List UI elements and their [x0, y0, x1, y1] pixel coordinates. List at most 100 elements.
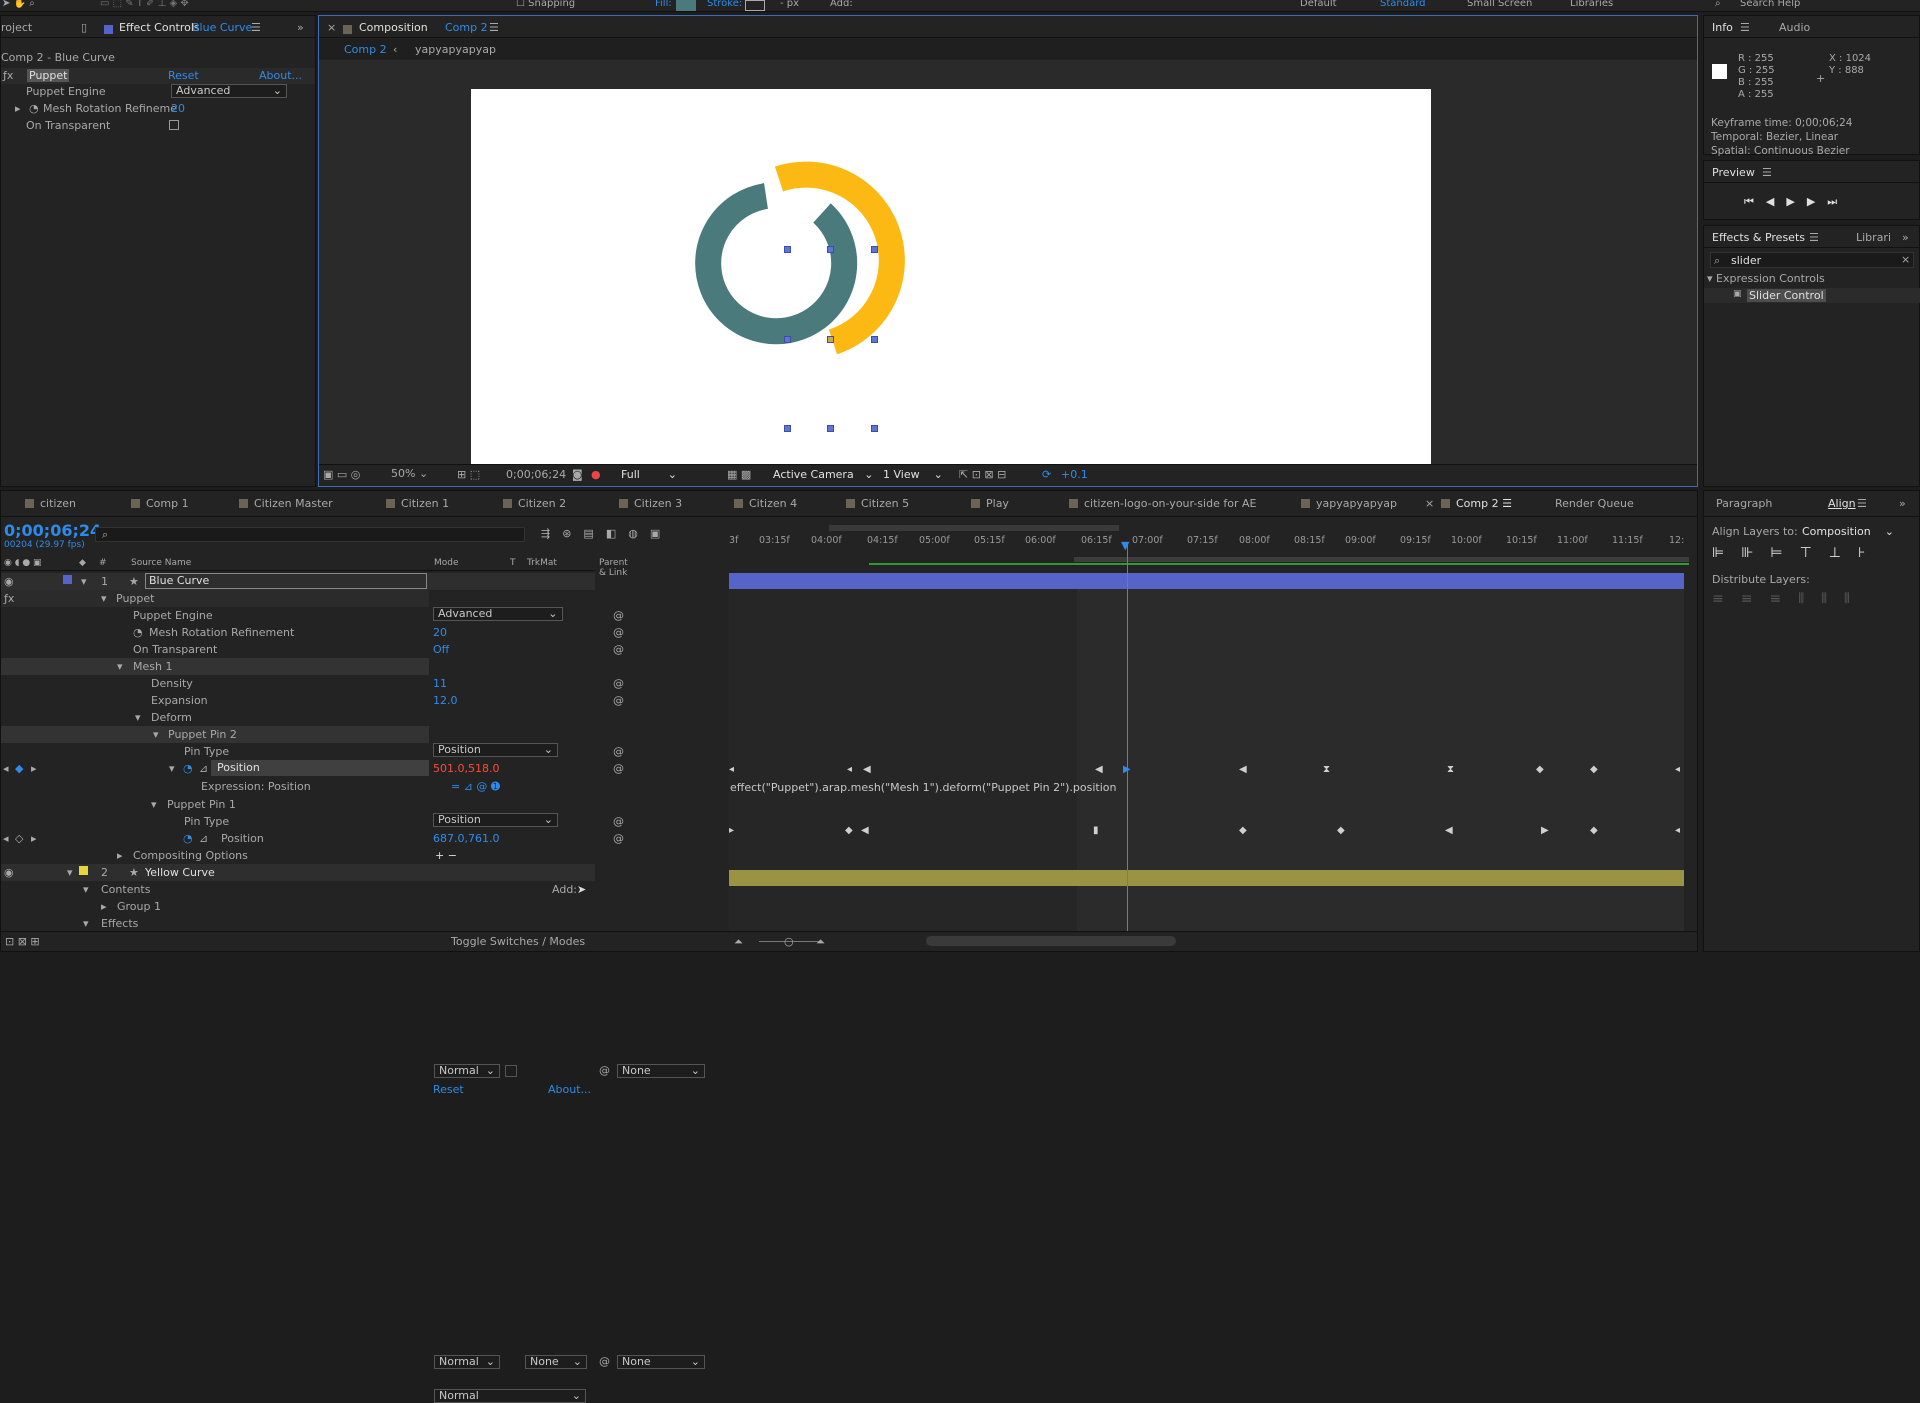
panel-menu-icon[interactable]: ☰ [1857, 497, 1867, 510]
expand-arrow-icon[interactable]: ▾ [83, 883, 89, 896]
timeline-tab-citizen-3[interactable]: Citizen 3 [619, 497, 682, 510]
pickwhip-icon[interactable]: @ [613, 832, 624, 845]
search-help-input[interactable]: Search Help [1740, 0, 1800, 9]
panel-menu-icon[interactable]: ☰ [1740, 21, 1750, 34]
expand-icon[interactable]: » [297, 21, 304, 34]
column-mode[interactable]: Mode [434, 558, 459, 568]
pickwhip-icon[interactable]: @ [613, 626, 624, 639]
current-timecode[interactable]: 0;00;06;24 [4, 521, 101, 540]
expand-arrow-icon[interactable]: ▾ [135, 711, 141, 724]
timeline-tab-citizen-master[interactable]: Citizen Master [239, 497, 333, 510]
puppet-reset-link[interactable]: Reset [433, 1083, 464, 1096]
keyframe-icon[interactable]: ▶ [1541, 825, 1549, 836]
effect-controls-layer[interactable]: Blue Curve [192, 21, 252, 34]
puppet-pin[interactable] [827, 246, 834, 253]
keyframe-icon[interactable]: ◀ [1239, 764, 1247, 775]
pin-type-dropdown[interactable]: Position ⌄ [433, 743, 558, 757]
footer-icons[interactable]: ⊡ ⊠ ⊞ [5, 935, 40, 948]
prop-value[interactable]: 687.0,761.0 [433, 832, 499, 845]
expand-arrow-icon[interactable]: ▾ [101, 592, 107, 605]
workspace-default[interactable]: Default [1300, 0, 1337, 9]
keyframe-icon[interactable]: ▸ [729, 825, 734, 836]
snapshot-icon[interactable]: ◙ [572, 468, 583, 481]
t-switch[interactable] [505, 1065, 517, 1077]
timeline-scrollbar[interactable] [926, 936, 1176, 946]
prop-row-expansion[interactable]: Expansion 12.0 @ [1, 692, 624, 709]
snapping-checkbox[interactable]: ☐ Snapping [516, 0, 575, 9]
layer-name[interactable]: Blue Curve [145, 573, 427, 589]
keyframe-icon[interactable]: ◂ [847, 764, 852, 775]
pickwhip-icon[interactable]: @ [613, 745, 624, 758]
timeline-tab-citizen-4[interactable]: Citizen 4 [734, 497, 797, 510]
puppet-pin[interactable] [784, 425, 791, 432]
prop-row-contents[interactable]: ▾ Contents Add: ➤ [1, 881, 595, 898]
keyframe-selected-icon[interactable]: ▶ [1123, 764, 1131, 775]
subtab-comp-2[interactable]: Comp 2 [344, 43, 387, 56]
project-tab[interactable]: roject [1, 21, 32, 34]
expand-arrow-icon[interactable]: ▸ [117, 849, 123, 862]
audio-tab[interactable]: Audio [1779, 21, 1810, 34]
puppet-pin[interactable] [871, 246, 878, 253]
pickwhip-icon[interactable]: @ [599, 1064, 610, 1077]
grid-icon[interactable]: ⊞ ⬚ [457, 468, 480, 481]
info-tab[interactable]: Info [1712, 21, 1733, 34]
reset-exposure-icon[interactable]: ⟳ [1042, 468, 1051, 481]
puppet-engine-dropdown[interactable]: Advanced ⌄ [433, 607, 563, 621]
expand-arrow-icon[interactable]: ▸ [101, 900, 107, 913]
keyframe-icon[interactable]: ◆ [1337, 825, 1345, 836]
prop-value[interactable]: Off [433, 643, 449, 656]
stopwatch-icon[interactable]: ◔ [133, 626, 143, 639]
pickwhip-icon[interactable]: @ [613, 815, 624, 828]
pickwhip-icon[interactable]: @ [613, 643, 624, 656]
add-circle-icon[interactable]: ➤ [577, 883, 586, 896]
timeline-tab-yapyap[interactable]: yapyapyapyap [1301, 497, 1397, 510]
lock-icon[interactable]: ▯ [81, 21, 87, 34]
expand-icon[interactable]: » [1899, 497, 1906, 510]
work-area-bar[interactable] [829, 525, 1119, 531]
prop-value[interactable]: 11 [433, 677, 447, 690]
keyframe-icon[interactable]: ◆ [1536, 764, 1544, 775]
keyframe-icon[interactable]: ◆ [845, 825, 853, 836]
column-trkmat[interactable]: TrkMat [527, 558, 557, 568]
prop-row-effects[interactable]: ▾ Effects [1, 915, 595, 929]
timeline-tab-play[interactable]: Play [971, 497, 1009, 510]
effect-row-puppet[interactable]: ƒx ▾ Puppet [1, 590, 429, 607]
keyframe-icon[interactable]: ◆ [1239, 825, 1247, 836]
views-dropdown[interactable]: 1 View ⌄ [883, 468, 943, 481]
on-transparent-checkbox[interactable] [169, 120, 179, 130]
stroke-swatch[interactable] [745, 0, 765, 11]
subtab-yapyap[interactable]: yapyapyapyap [415, 43, 496, 56]
prev-keyframe-icon[interactable]: ◂ [3, 762, 9, 775]
prop-row-compositing[interactable]: ▸ Compositing Options + − [1, 847, 595, 864]
layer-search-input[interactable]: ⌕ [95, 527, 525, 542]
expression-toggle-icon[interactable]: = ⊿ @ ➊ [451, 780, 500, 793]
puppet-pin[interactable] [784, 246, 791, 253]
playhead-handle-icon[interactable]: ▼ [1121, 539, 1129, 552]
exposure-value[interactable]: +0.1 [1061, 468, 1088, 481]
close-icon[interactable]: × [327, 21, 336, 34]
expand-arrow-icon[interactable]: ▾ [81, 575, 87, 588]
expand-icon[interactable]: » [1902, 231, 1909, 244]
workspace-small-screen[interactable]: Small Screen [1467, 0, 1532, 9]
prop-row-mesh-rotation[interactable]: ◔ Mesh Rotation Refinement 20 @ [1, 624, 624, 641]
expand-arrow-icon[interactable]: ▾ [153, 728, 159, 741]
chevron-left-icon[interactable]: ‹ [393, 43, 397, 56]
expand-arrow-icon[interactable]: ▸ [15, 102, 21, 115]
layer-label-color[interactable] [63, 575, 72, 584]
keyframe-icon[interactable]: ◆ [1590, 764, 1598, 775]
about-link[interactable]: About... [259, 69, 302, 82]
comp-viewer[interactable] [319, 60, 1697, 480]
prop-row-expression[interactable]: Expression: Position = ⊿ @ ➊ [1, 778, 595, 795]
expand-arrow-icon[interactable]: ▾ [83, 917, 89, 929]
prop-row-pin-type-1[interactable]: Pin Type Position ⌄ @ [1, 813, 624, 830]
keyframe-icon[interactable]: ⧗ [1323, 764, 1330, 775]
effects-presets-tab[interactable]: Effects & Presets [1712, 231, 1805, 244]
playback-controls[interactable]: ⏮◀▶▶⏭ [1744, 195, 1849, 209]
add-remove-icon[interactable]: + − [435, 849, 457, 862]
category-expression-controls[interactable]: ▾ Expression Controls [1707, 272, 1825, 285]
expand-arrow-icon[interactable]: ▾ [117, 660, 123, 673]
layer-1-mode-dropdown[interactable]: Normal ⌄ [434, 1064, 500, 1078]
prop-row-group-1[interactable]: ▸ Group 1 [1, 898, 595, 915]
close-icon[interactable]: × [1425, 497, 1434, 510]
prop-row-deform[interactable]: ▾ Deform [1, 709, 595, 726]
